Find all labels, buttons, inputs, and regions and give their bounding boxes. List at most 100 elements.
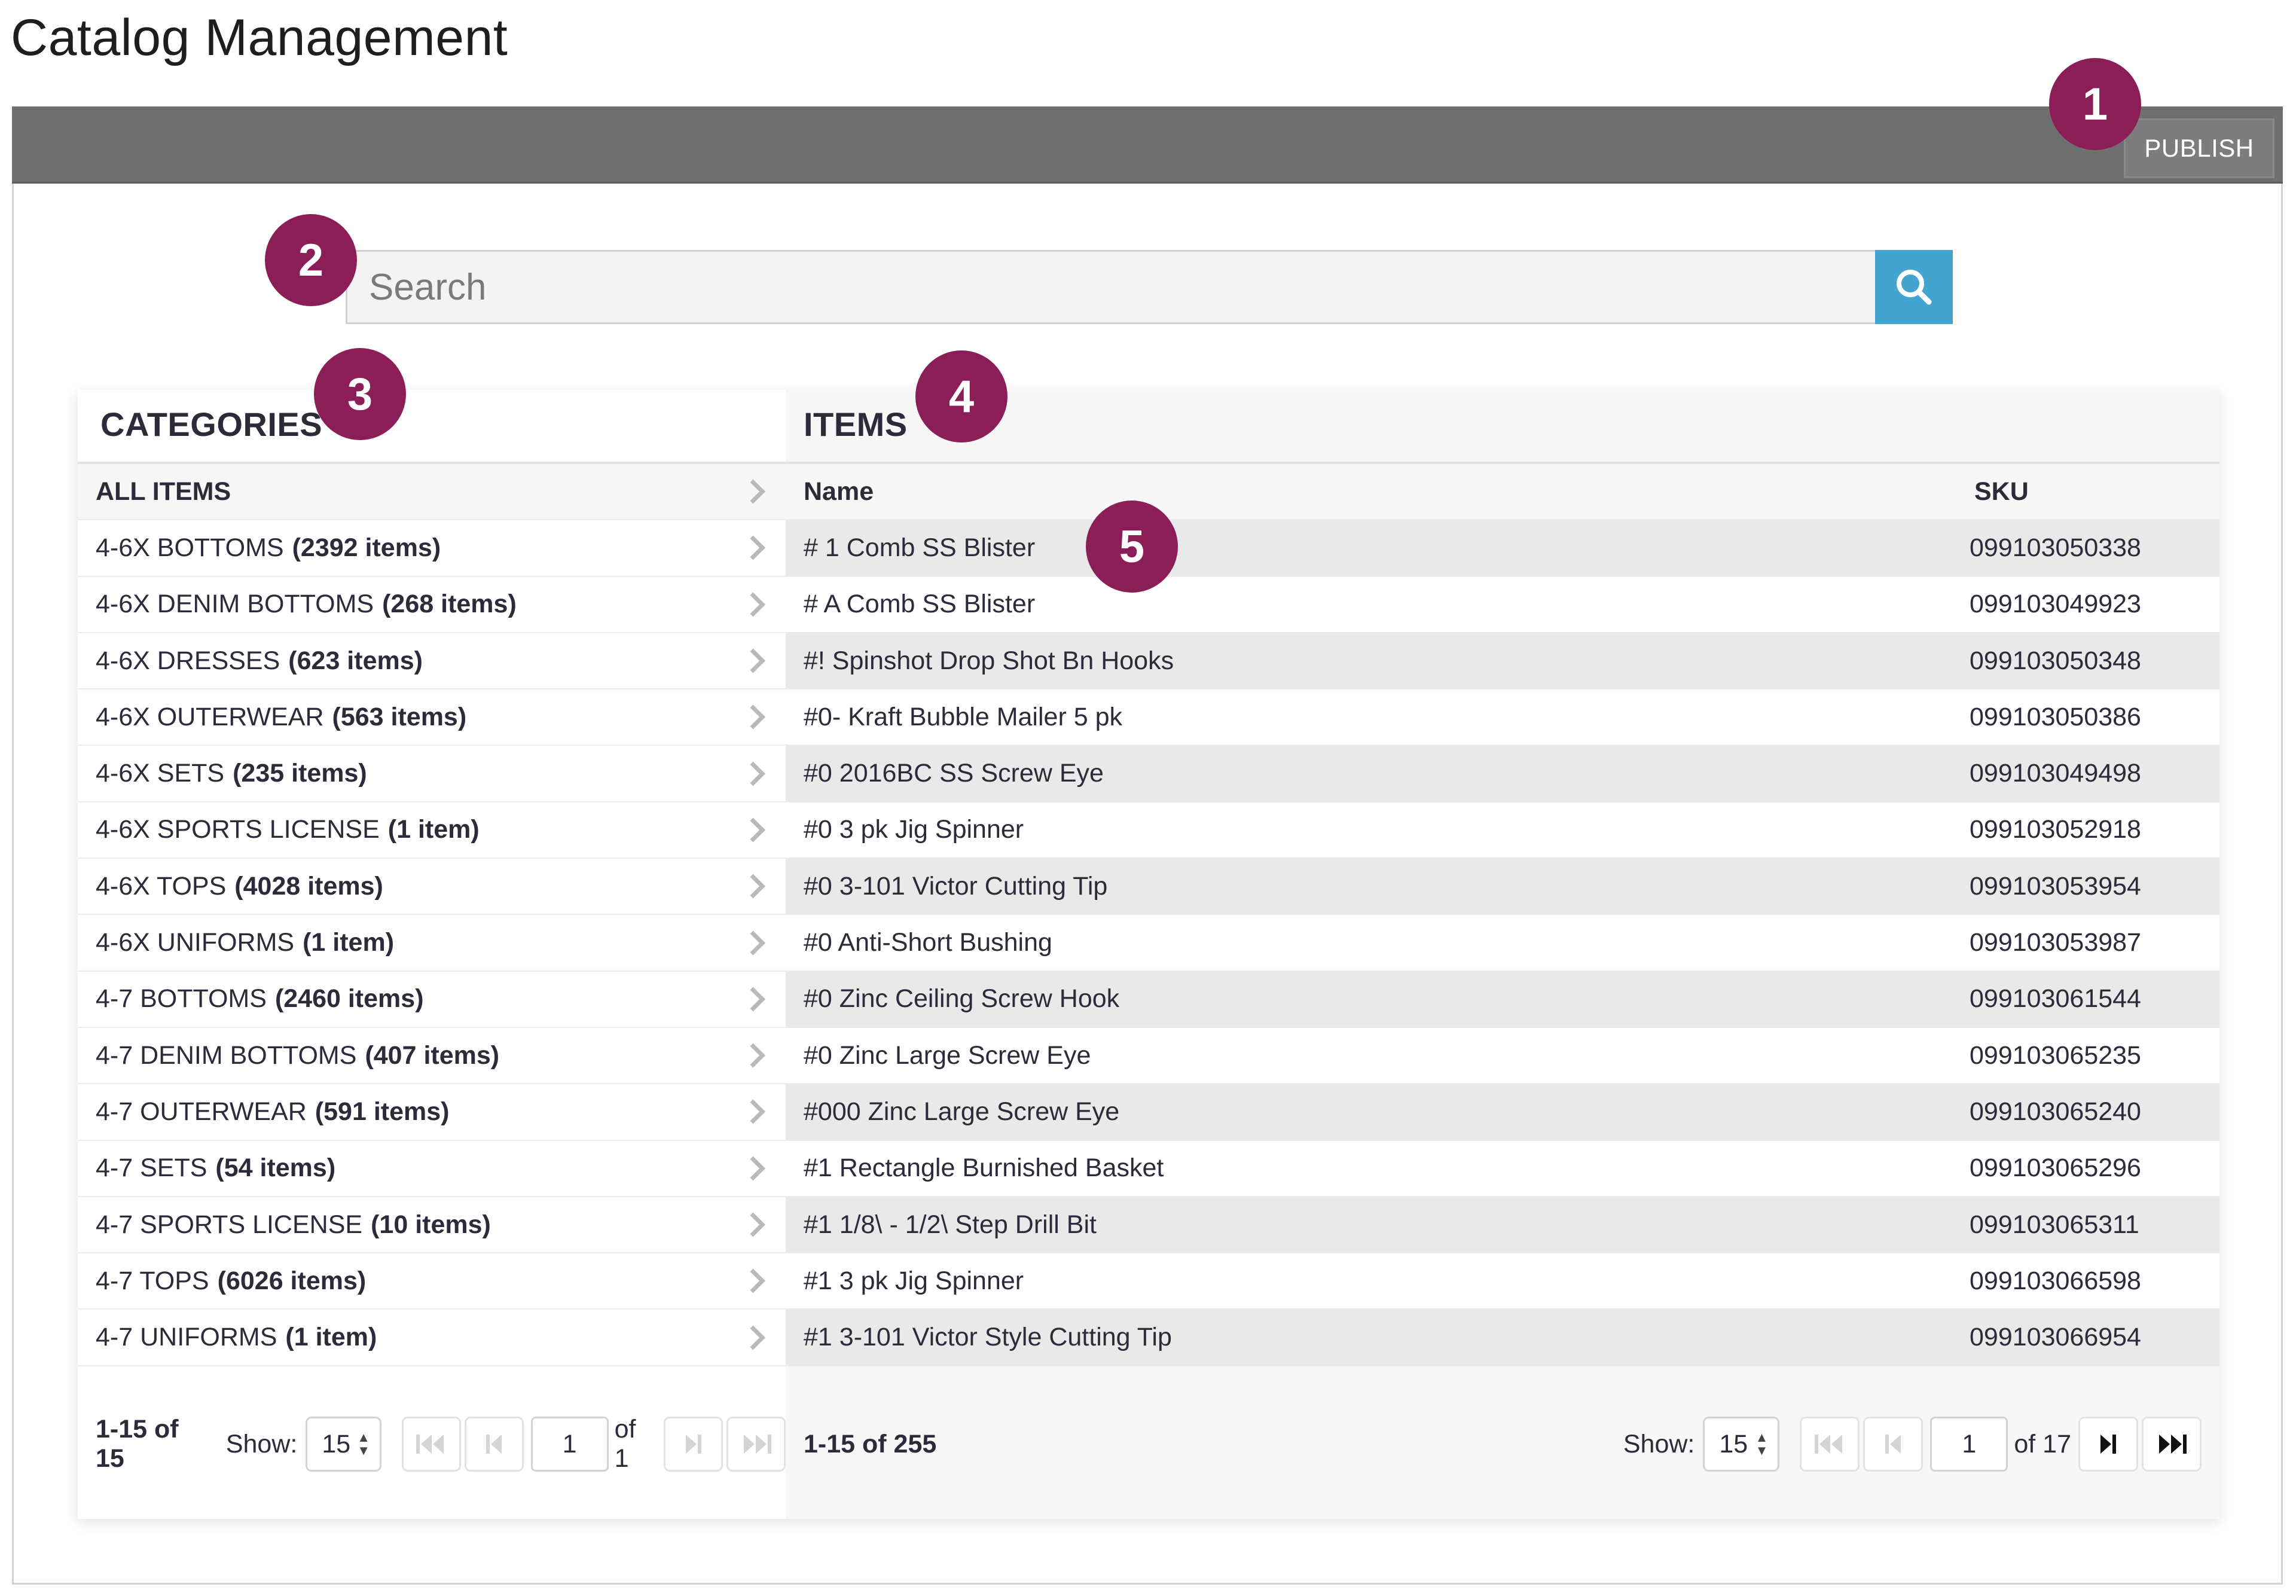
item-sku: 099103050338 — [1970, 533, 2141, 562]
category-row[interactable]: 4-7 DENIM BOTTOMS (407 items) — [78, 1028, 786, 1085]
callout-badge: 5 — [1086, 501, 1178, 593]
item-row[interactable]: #0 3 pk Jig Spinner 099103052918 — [786, 802, 2219, 859]
items-page-size-select[interactable]: 15 ▲ ▼ — [1703, 1417, 1780, 1472]
chevron-right-icon — [740, 1212, 766, 1237]
items-last-page-button[interactable] — [2142, 1417, 2202, 1472]
category-all-items-label: ALL ITEMS — [96, 477, 231, 506]
search-icon — [1897, 270, 1932, 305]
category-row[interactable]: 4-6X TOPS (4028 items) — [78, 859, 786, 916]
publish-button[interactable]: PUBLISH — [2124, 118, 2274, 178]
category-name: 4-7 SETS — [96, 1153, 207, 1183]
categories-first-page-button[interactable] — [402, 1417, 461, 1472]
item-row[interactable]: #0 3-101 Victor Cutting Tip 099103053954 — [786, 859, 2219, 916]
item-name: #1 3 pk Jig Spinner — [804, 1266, 1024, 1295]
category-name: 4-7 BOTTOMS — [96, 984, 267, 1014]
chevron-right-icon — [740, 761, 766, 786]
chevron-right-icon — [740, 987, 766, 1012]
category-row[interactable]: 4-6X SPORTS LICENSE (1 item) — [78, 802, 786, 859]
search-button[interactable] — [1875, 250, 1953, 324]
category-row[interactable]: 4-7 BOTTOMS (2460 items) — [78, 972, 786, 1028]
item-sku: 099103065311 — [1970, 1210, 2139, 1239]
item-row[interactable]: #1 1/8\ - 1/2\ Step Drill Bit 09910306531… — [786, 1197, 2219, 1254]
first-page-icon — [1815, 1435, 1843, 1454]
chevron-right-icon — [740, 1268, 766, 1293]
item-name: #0 Zinc Ceiling Screw Hook — [804, 984, 1120, 1014]
item-row[interactable]: #000 Zinc Large Screw Eye 099103065240 — [786, 1084, 2219, 1141]
category-row[interactable]: 4-7 SPORTS LICENSE (10 items) — [78, 1197, 786, 1254]
item-row[interactable]: #1 3-101 Victor Style Cutting Tip 0991030… — [786, 1310, 2219, 1366]
category-row[interactable]: 4-6X SETS (235 items) — [78, 746, 786, 802]
item-row[interactable]: #0 Anti-Short Bushing 099103053987 — [786, 915, 2219, 972]
items-page-input[interactable] — [1930, 1417, 2008, 1472]
next-page-icon — [2100, 1435, 2116, 1454]
categories-page-input[interactable] — [530, 1417, 609, 1472]
item-sku: 099103065240 — [1970, 1097, 2141, 1126]
item-row[interactable]: #0 2016BC SS Screw Eye 099103049498 — [786, 746, 2219, 802]
category-count: (268 items) — [382, 590, 517, 619]
chevron-right-icon — [740, 1325, 766, 1350]
category-row[interactable]: 4-7 UNIFORMS (1 item) — [78, 1310, 786, 1366]
category-count: (1 item) — [285, 1323, 377, 1352]
items-pagination: 1-15 of 255 Show: 15 ▲▼ of 17 — [786, 1369, 2219, 1519]
category-row[interactable]: 4-7 OUTERWEAR (591 items) — [78, 1084, 786, 1141]
category-name: 4-6X SETS — [96, 759, 225, 788]
categories-page-size-value: 15 — [322, 1429, 351, 1458]
item-sku: 099103049923 — [1970, 590, 2141, 619]
chevron-right-icon — [740, 592, 766, 617]
category-row[interactable]: 4-6X DRESSES (623 items) — [78, 633, 786, 690]
categories-pagination: 1-15 of 15 Show: 15 ▲▼ of 1 — [78, 1369, 786, 1519]
item-row[interactable]: # A Comb SS Blister 099103049923 — [786, 576, 2219, 633]
item-row[interactable]: #1 Rectangle Burnished Basket 09910306529… — [786, 1140, 2219, 1197]
item-row[interactable]: #0 Zinc Large Screw Eye 099103065235 — [786, 1027, 2219, 1085]
item-name: #0 Zinc Large Screw Eye — [804, 1040, 1091, 1070]
categories-page-size-select[interactable]: 15 ▲ ▼ — [306, 1417, 382, 1472]
category-row[interactable]: 4-6X DENIM BOTTOMS (268 items) — [78, 577, 786, 633]
item-name: #0 Anti-Short Bushing — [804, 928, 1052, 957]
item-row[interactable]: # 1 Comb SS Blister 099103050338 — [786, 520, 2219, 577]
category-name: 4-7 UNIFORMS — [96, 1323, 277, 1352]
category-name: 4-6X SPORTS LICENSE — [96, 815, 380, 844]
item-name: # A Comb SS Blister — [804, 590, 1036, 619]
items-next-page-button[interactable] — [2078, 1417, 2138, 1472]
callout-badge: 2 — [265, 214, 357, 306]
item-name: #1 1/8\ - 1/2\ Step Drill Bit — [804, 1210, 1097, 1239]
item-row[interactable]: #! Spinshot Drop Shot Bn Hooks 0991030503… — [786, 633, 2219, 690]
search-input[interactable] — [346, 250, 1877, 324]
category-count: (4028 items) — [234, 871, 383, 901]
category-count: (563 items) — [332, 702, 467, 731]
category-row[interactable]: 4-6X UNIFORMS (1 item) — [78, 915, 786, 972]
toolbar — [12, 106, 2283, 184]
items-of-pages: of 17 — [2014, 1429, 2071, 1458]
items-page-size-value: 15 — [1719, 1429, 1748, 1458]
last-page-icon — [2159, 1435, 2187, 1454]
item-name: # 1 Comb SS Blister — [804, 533, 1036, 562]
item-sku: 099103050348 — [1970, 646, 2141, 675]
category-row[interactable]: 4-6X OUTERWEAR (563 items) — [78, 689, 786, 746]
item-sku: 099103050386 — [1970, 702, 2141, 731]
categories-prev-page-button[interactable] — [464, 1417, 524, 1472]
category-count: (1 item) — [303, 928, 395, 957]
category-all-items[interactable]: ALL ITEMS — [78, 464, 786, 521]
item-row[interactable]: #1 3 pk Jig Spinner 099103066598 — [786, 1253, 2219, 1310]
categories-next-page-button[interactable] — [664, 1417, 723, 1472]
item-sku: 099103066598 — [1970, 1266, 2141, 1295]
item-row[interactable]: #0- Kraft Bubble Mailer 5 pk 099103050386 — [786, 689, 2219, 746]
category-row[interactable]: 4-6X BOTTOMS (2392 items) — [78, 520, 786, 577]
category-name: 4-6X DRESSES — [96, 646, 280, 675]
category-row[interactable]: 4-7 SETS (54 items) — [78, 1141, 786, 1197]
items-prev-page-button[interactable] — [1863, 1417, 1923, 1472]
category-name: 4-6X DENIM BOTTOMS — [96, 590, 374, 619]
column-header-name[interactable]: Name — [804, 477, 1970, 506]
categories-panel: CATEGORIES ALL ITEMS 4-6X BOTTOMS (2392 i… — [78, 390, 786, 1519]
sort-arrows-icon: ▲ ▼ — [1755, 1430, 1769, 1458]
items-panel: ITEMS Name SKU # 1 Comb SS Blister 099103… — [786, 390, 2219, 1519]
page-title: Catalog Management — [11, 9, 508, 66]
callout-badge: 4 — [915, 350, 1007, 443]
chevron-right-icon — [740, 817, 766, 843]
category-row[interactable]: 4-7 TOPS (6026 items) — [78, 1253, 786, 1310]
column-header-sku[interactable]: SKU — [1970, 477, 2213, 506]
prev-page-icon — [486, 1435, 502, 1454]
item-row[interactable]: #0 Zinc Ceiling Screw Hook 099103061544 — [786, 971, 2219, 1028]
items-first-page-button[interactable] — [1800, 1417, 1860, 1472]
categories-last-page-button[interactable] — [726, 1417, 786, 1472]
